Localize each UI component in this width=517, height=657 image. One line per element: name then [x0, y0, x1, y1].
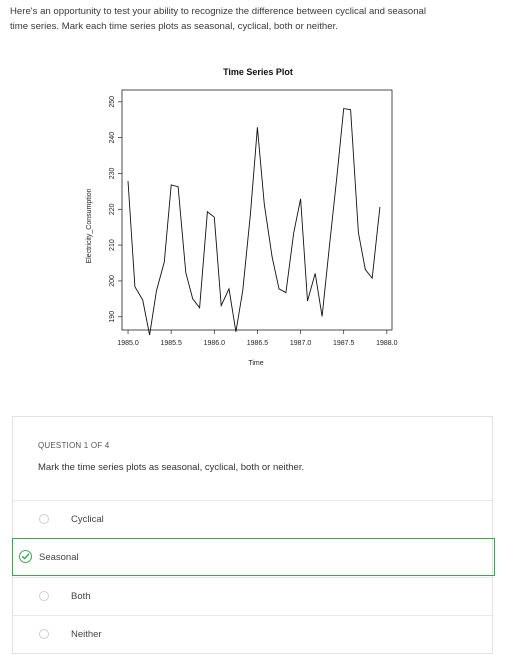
- intro-text: Here's an opportunity to test your abili…: [10, 4, 510, 34]
- y-tick-label: 210: [109, 239, 116, 251]
- x-tick-label: 1988.0: [376, 340, 398, 347]
- option-label: Neither: [71, 629, 102, 640]
- option-both[interactable]: Both: [13, 577, 494, 615]
- y-tick-label: 220: [109, 203, 116, 215]
- intro-line-2: time series. Mark each time series plots…: [10, 21, 338, 32]
- option-label: Both: [71, 591, 91, 602]
- question-number: QUESTION 1 OF 4: [38, 441, 110, 450]
- y-tick-label: 240: [109, 132, 116, 144]
- x-tick-label: 1985.0: [117, 340, 139, 347]
- y-tick-label: 190: [109, 311, 116, 323]
- x-tick-label: 1987.0: [290, 340, 312, 347]
- option-seasonal[interactable]: Seasonal: [12, 538, 495, 576]
- y-tick-label: 250: [109, 96, 116, 108]
- radio-circle-icon[interactable]: [39, 591, 49, 601]
- option-label: Seasonal: [39, 552, 79, 563]
- option-cyclical[interactable]: Cyclical: [13, 500, 494, 538]
- y-tick-label: 200: [109, 275, 116, 287]
- radio-circle-icon[interactable]: [39, 514, 49, 524]
- option-label: Cyclical: [71, 514, 104, 525]
- chart-svg: Time Series Plot 1985.0 1985.5 1986.0 1986.…: [86, 67, 398, 367]
- x-tick-label: 1986.0: [204, 340, 226, 347]
- chart-title: Time Series Plot: [223, 67, 293, 77]
- y-tick-label: 230: [109, 168, 116, 180]
- question-prompt: Mark the time series plots as seasonal, …: [38, 462, 305, 473]
- series-line: [127, 108, 381, 336]
- x-tick-label: 1986.5: [247, 340, 269, 347]
- radio-circle-icon[interactable]: [39, 629, 49, 639]
- y-axis-label: Electricity_Consumption: [86, 188, 93, 263]
- option-neither[interactable]: Neither: [13, 615, 494, 653]
- x-tick-label: 1985.5: [160, 340, 182, 347]
- x-tick-label: 1987.5: [333, 340, 355, 347]
- check-circle-icon[interactable]: [19, 550, 32, 563]
- intro-line-1: Here's an opportunity to test your abili…: [10, 6, 427, 17]
- x-axis-label: Time: [248, 360, 263, 367]
- time-series-chart: Time Series Plot 1985.0 1985.5 1986.0 1986.…: [0, 58, 517, 380]
- question-card: QUESTION 1 OF 4 Mark the time series plo…: [12, 416, 495, 654]
